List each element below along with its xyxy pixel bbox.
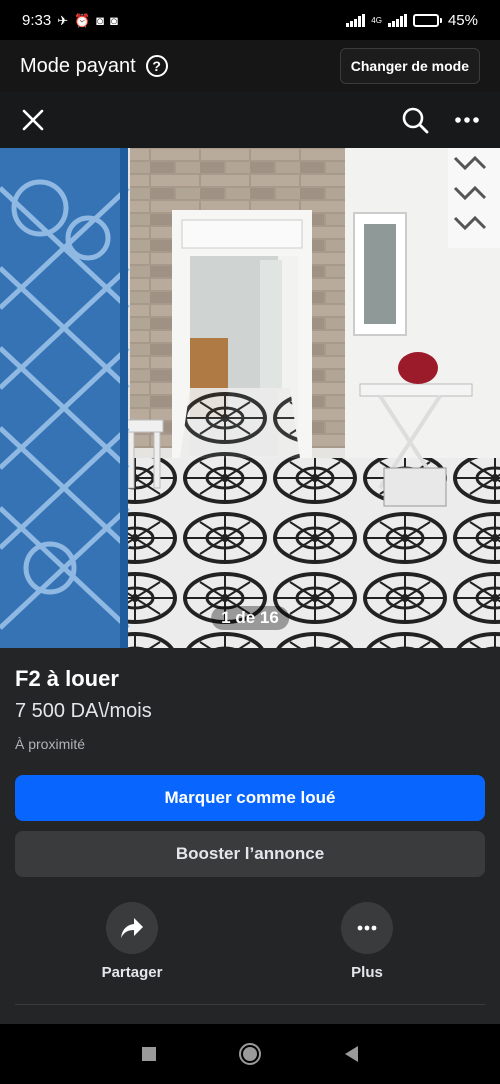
close-icon[interactable] <box>18 105 48 135</box>
status-bar: 9:33 ✈ ⏰ ◙ ◙ 4G 45% <box>0 0 500 40</box>
search-icon[interactable] <box>400 105 430 135</box>
status-time: 9:33 <box>22 11 52 29</box>
instagram-icon: ◙ <box>110 12 119 28</box>
listing-details: F2 à louer 7 500 DA\/mois À proximité Ma… <box>0 648 500 1024</box>
signal-icon <box>346 13 366 27</box>
status-left: 9:33 ✈ ⏰ ◙ ◙ <box>22 12 118 29</box>
status-right: 4G 45% <box>346 12 478 29</box>
network-type: 4G <box>371 15 382 25</box>
listing-price: 7 500 DA\/mois <box>15 700 152 722</box>
system-nav-bar <box>0 1024 500 1084</box>
change-mode-button[interactable]: Changer de mode <box>339 48 480 84</box>
more-horizontal-icon[interactable] <box>452 105 482 135</box>
instagram-icon: ◙ <box>96 12 105 28</box>
divider <box>15 1004 485 1005</box>
more-label: Plus <box>351 964 383 981</box>
back-icon[interactable] <box>345 1046 359 1062</box>
listing-location: À proximité <box>15 736 86 752</box>
recents-icon[interactable] <box>141 1047 156 1061</box>
battery-percent: 45% <box>447 11 478 29</box>
mode-label: Mode payant <box>20 54 136 77</box>
photo-counter: 1 de 16 <box>211 606 289 630</box>
more-action[interactable]: Plus <box>307 902 427 981</box>
question-circle-icon[interactable]: ? <box>145 55 168 77</box>
boost-listing-button[interactable]: Booster l’annonce <box>15 831 485 877</box>
signal-icon <box>387 13 407 27</box>
share-label: Partager <box>101 964 163 981</box>
share-icon[interactable] <box>106 902 158 954</box>
share-action[interactable]: Partager <box>72 902 192 981</box>
listing-photo[interactable]: 1 de 16 <box>0 148 500 648</box>
battery-icon <box>412 13 442 27</box>
more-horizontal-icon[interactable] <box>341 902 393 954</box>
mark-rented-button[interactable]: Marquer comme loué <box>15 775 485 821</box>
top-bar <box>0 92 500 148</box>
listing-title: F2 à louer <box>15 666 119 691</box>
home-icon[interactable] <box>239 1043 262 1065</box>
listing-photo-illustration <box>0 148 500 648</box>
wifi-off-icon: ✈ <box>57 12 69 28</box>
alarm-icon: ⏰ <box>74 12 91 28</box>
mode-bar: Mode payant ? Changer de mode <box>0 40 500 92</box>
